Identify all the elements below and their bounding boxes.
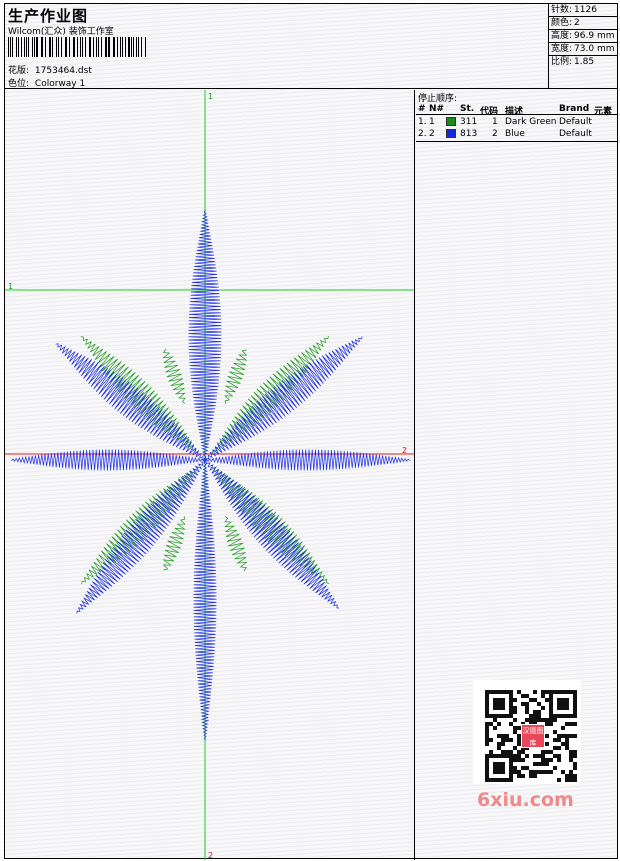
stop-row[interactable]: 2. 2 813 2 Blue Default [416,128,617,140]
blue-stitch-spoke [204,336,363,461]
sheet-title: 生产作业图 [8,7,89,25]
stop-row-no: 2. [418,129,427,139]
blue-stitch-spoke [11,449,206,471]
guide-label-bottom: 2 [208,851,213,860]
stop-row-description: Dark Green [505,117,557,127]
stop-row-code: 2 [492,129,498,139]
col-no: # [418,104,426,114]
design-file-name: 1753464.dst [34,66,92,76]
stop-row-no: 1. [418,117,427,127]
guide-label-top: 1 [208,92,213,101]
stop-row[interactable]: 1. 1 311 1 Dark Green Default [416,116,617,128]
barcode-bar [128,37,130,57]
info-ratio: 比例: 1.85 [549,56,617,69]
info-ratio-label: 比例: [551,57,573,67]
info-colors: 颜色: 2 [549,17,617,30]
info-height: 高度: 96.9 mm [549,30,617,43]
stop-row-code: 1 [492,117,498,127]
barcode-bar [15,37,17,57]
green-stitch-spoke [80,336,199,453]
sheet-header: 生产作业图 Wilcom(汇众) 装饰工作室 花版: 1753464.dst 色… [5,4,617,89]
barcode-bar [98,37,100,57]
barcode-bar [96,37,98,57]
barcode-bar [68,37,70,57]
stop-row-brand: Default [559,129,592,139]
info-stitches-value: 1126 [574,5,597,15]
barcode-bar [82,37,84,57]
green-stitch-spoke [162,348,186,404]
design-file-row: 花版: 1753464.dst [8,63,92,76]
stop-row-brand: Default [559,117,592,127]
info-width-label: 宽度: [551,44,573,54]
info-width: 宽度: 73.0 mm [549,43,617,56]
design-canvas[interactable]: 1 1 2 2 [5,90,415,860]
barcode-bar [44,37,46,57]
col-brand: Brand [559,104,590,114]
qr-code-watermark: 汉德图库 [473,680,581,784]
info-stitches: 针数: 1126 [549,4,617,17]
guide-label-left: 1 [8,282,13,291]
guide-label-right: 2 [402,446,407,455]
stop-row-stitches: 813 [460,129,478,139]
barcode-bar [56,37,58,57]
barcode-bar [8,37,9,57]
stop-sequence-header: # N# St. 代码 描述 Brand 元素 [416,103,617,117]
design-file-label: 花版: [8,66,30,76]
colorway-row: 色位: Colorway 1 [8,76,85,89]
barcode-bar [32,37,33,57]
qr-logo: 汉德图库 [521,724,545,748]
production-sheet: 生产作业图 Wilcom(汇众) 装饰工作室 花版: 1753464.dst 色… [4,3,618,860]
design-info-box: 针数: 1126 颜色: 2 高度: 96.9 mm 宽度: 73.0 mm 比例: 1.… [548,4,617,89]
barcode-bar [138,37,140,57]
info-colors-label: 颜色: [551,18,573,28]
barcode-bar [90,37,91,57]
stop-sequence-panel: 停止顺序: # N# St. 代码 描述 Brand 元素 1. 1 311 1… [416,90,617,142]
info-width-value: 73.0 mm [574,44,615,54]
barcode-bar [114,37,115,57]
barcode-bar [121,37,123,57]
barcode [8,37,146,57]
blue-stitch-spoke [204,449,411,471]
green-stitch-spoke [224,516,248,572]
info-ratio-value: 1.85 [574,57,595,67]
barcode-bar [60,37,62,57]
blue-stitch-spoke [204,459,340,609]
color-swatch [446,129,456,138]
stop-row-needle: 1 [429,117,435,127]
embroidery-preview: 1 1 2 2 [5,90,414,860]
info-stitches-label: 针数: [551,5,573,15]
barcode-bar [28,37,30,57]
barcode-bar [52,37,54,57]
stop-row-needle: 2 [429,129,435,139]
colorway-label: 色位: [8,79,30,89]
barcode-bar [108,37,110,57]
info-height-label: 高度: [551,31,573,41]
col-needle: N# [429,104,445,114]
colorway-name: Colorway 1 [34,79,86,89]
info-height-value: 96.9 mm [574,31,615,41]
stop-row-description: Blue [505,129,525,139]
color-swatch [446,117,456,126]
stop-row-stitches: 311 [460,117,478,127]
green-stitch-spoke [81,466,198,585]
company-name: Wilcom(汇众) 装饰工作室 [8,27,114,37]
blue-stitch-spoke [76,459,205,614]
info-colors-value: 2 [574,18,580,28]
barcode-bar [17,37,19,57]
barcode-bar [36,37,38,57]
green-stitch-spoke [224,349,248,404]
barcode-bar [136,37,138,57]
barcode-bar [79,37,82,57]
col-stitches: St. [460,104,475,114]
watermark-site: 6xiu.com [477,789,574,811]
